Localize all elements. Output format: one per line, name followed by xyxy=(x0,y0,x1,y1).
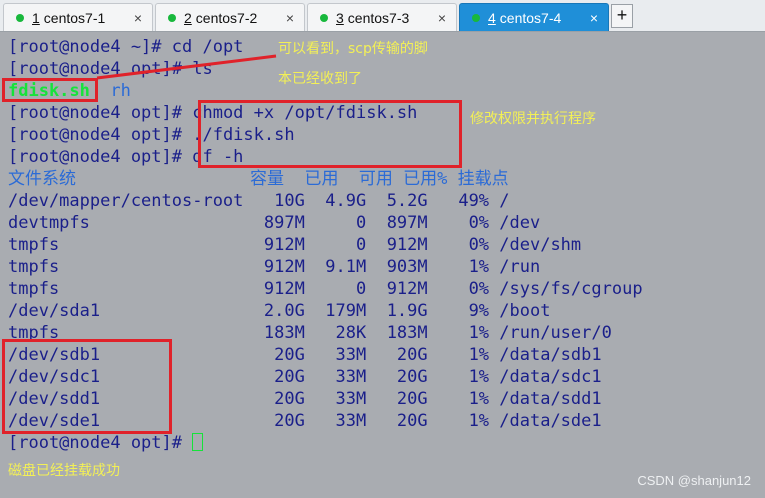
highlight-box-commands xyxy=(198,100,462,168)
highlight-box-mounts xyxy=(2,339,172,434)
annotation-scp-1: 可以看到，scp传输的脚 xyxy=(278,41,428,57)
watermark: CSDN @shanjun12 xyxy=(637,473,751,488)
annotation-exec: 修改权限并执行程序 xyxy=(470,111,596,127)
annotation-scp-2: 本已经收到了 xyxy=(278,71,362,87)
annotation-mount: 磁盘已经挂载成功 xyxy=(8,463,120,479)
highlight-box-fdisk xyxy=(2,78,98,102)
